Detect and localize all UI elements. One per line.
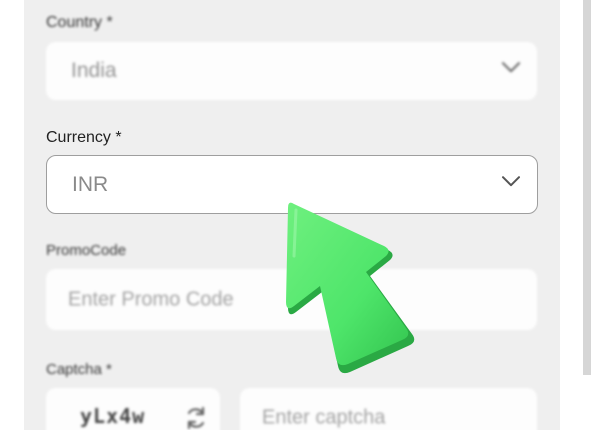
country-value: India (71, 59, 117, 82)
promo-code-placeholder: Enter Promo Code (68, 288, 234, 310)
promo-code-label: PromoCode (46, 242, 127, 259)
scrollbar[interactable] (583, 0, 591, 375)
captcha-image-box: yLx4w (46, 388, 220, 430)
chevron-down-icon (501, 174, 521, 192)
currency-value: INR (72, 172, 109, 196)
captcha-image-text: yLx4w (80, 404, 146, 428)
captcha-input[interactable]: Enter captcha (240, 388, 537, 430)
country-select[interactable]: India (46, 42, 537, 100)
currency-label: Currency * (46, 129, 122, 146)
currency-select[interactable]: INR (46, 155, 538, 214)
captcha-placeholder: Enter captcha (262, 406, 386, 429)
promo-code-input[interactable]: Enter Promo Code (46, 269, 537, 330)
refresh-icon[interactable] (183, 405, 209, 430)
registration-form-page: Country * India Currency * INR PromoCode… (0, 0, 591, 430)
country-label: Country * (46, 14, 113, 31)
chevron-down-icon (501, 60, 521, 78)
captcha-label: Captcha * (46, 361, 112, 378)
